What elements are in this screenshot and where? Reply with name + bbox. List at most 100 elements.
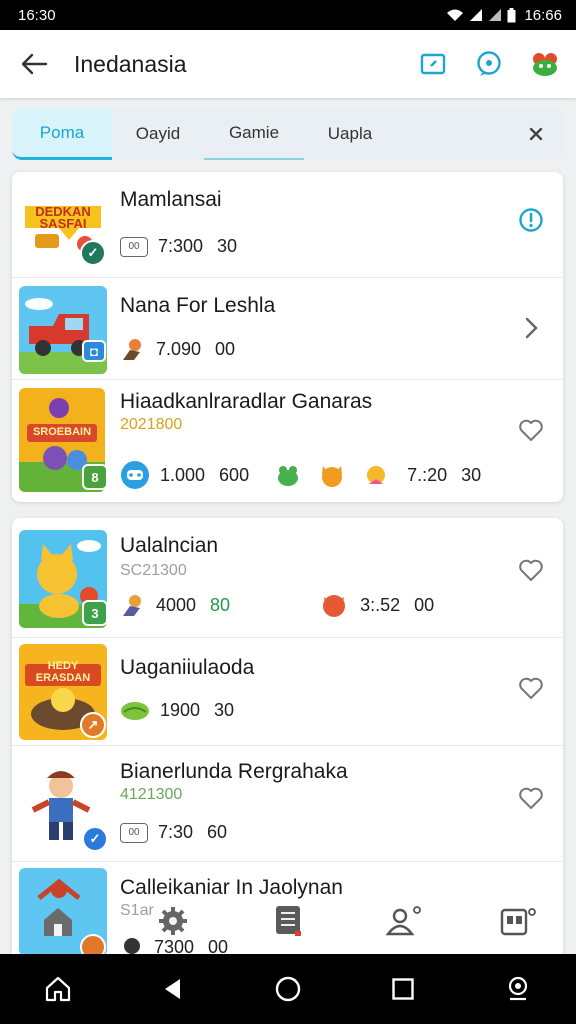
wifi-icon — [447, 9, 464, 21]
list-item[interactable]: DEDKAN SASFAI ✓ Mamlansai 00 7:300 30 — [12, 172, 563, 278]
item-meta: 4000 80 3:.52 00 — [120, 592, 434, 618]
heart-icon — [519, 559, 543, 581]
meta-value: 1900 — [160, 699, 201, 720]
home-outline-icon — [45, 976, 70, 1002]
favorite-button[interactable] — [517, 674, 545, 702]
meta-value: 7:30 — [158, 822, 194, 842]
heart-icon — [519, 787, 543, 809]
leaf-icon — [121, 702, 149, 720]
heart-icon — [519, 677, 543, 699]
game-list-card-2: 3 Ualalncian SC21300 4000 80 3:.52 00 HE… — [12, 518, 563, 954]
back-triangle-icon — [164, 979, 180, 999]
meta-value: 7.090 — [156, 338, 202, 359]
meta-value: 00 — [215, 338, 236, 359]
signal-icon-2 — [489, 9, 502, 21]
gear-icon — [158, 907, 187, 935]
system-nav-bar — [0, 954, 576, 1024]
square-icon — [392, 978, 414, 1000]
home-tab[interactable] — [36, 899, 80, 943]
tab-poma[interactable]: Poma — [12, 108, 112, 160]
status-badge: ↗ — [80, 712, 106, 738]
nav-back-button[interactable] — [153, 969, 193, 1009]
game-list-card-1: DEDKAN SASFAI ✓ Mamlansai 00 7:300 30 ◘ … — [12, 172, 563, 502]
user-icon — [385, 906, 422, 936]
cat-icon — [367, 466, 386, 484]
game-thumbnail-text: DEDKAN SASFAI — [35, 204, 91, 231]
info-icon — [519, 208, 543, 232]
nav-assistant-button[interactable] — [498, 969, 538, 1009]
meta-value: 3:.52 — [360, 594, 401, 615]
chevron-right-icon — [525, 317, 538, 339]
fox-icon — [322, 466, 343, 487]
chat-bubble-icon — [477, 51, 501, 76]
meta-value: 4000 — [156, 594, 197, 615]
open-item-button[interactable] — [517, 314, 545, 342]
favorite-button[interactable] — [517, 556, 545, 584]
item-meta: 00 7:300 30 — [120, 236, 237, 257]
meta-value: 30 — [214, 699, 235, 720]
character-icon — [123, 339, 141, 360]
favorite-button[interactable] — [517, 416, 545, 444]
meta-value: 60 — [207, 822, 228, 842]
list-item[interactable]: ◘ Nana For Leshla 7.090 00 — [12, 278, 563, 380]
tabs-close-button[interactable] — [508, 108, 564, 160]
settings-tab[interactable] — [151, 899, 195, 943]
profile-tab[interactable] — [381, 899, 425, 943]
character-icon — [123, 595, 141, 616]
frog-mascot-icon — [533, 53, 557, 76]
status-right: 16:66 — [446, 7, 562, 24]
favorite-button[interactable] — [517, 784, 545, 812]
info-button[interactable] — [517, 206, 545, 234]
home-icon — [43, 908, 72, 936]
mascot-button[interactable] — [528, 47, 562, 81]
tab-gamie[interactable]: Gamie — [204, 108, 304, 160]
nav-overview-button[interactable] — [268, 969, 308, 1009]
close-icon — [529, 127, 543, 141]
meta-value: 30 — [461, 464, 482, 485]
nav-recents-button[interactable] — [383, 969, 423, 1009]
controller-icon — [121, 461, 149, 489]
item-meta: 1.000 600 7.:20 30 — [120, 460, 481, 490]
status-time-right: 16:66 — [524, 6, 562, 24]
cast-button[interactable] — [416, 47, 450, 81]
status-bar: 16:30 16:66 — [0, 0, 576, 30]
meta-value: 7:300 — [158, 236, 204, 256]
battery-icon — [507, 7, 516, 22]
item-title: Mamlansai — [120, 188, 222, 211]
item-meta: 7.090 00 — [120, 336, 235, 362]
list-item[interactable]: SROEBAIN 8 Hiaadkanlraradlar Ganaras 202… — [12, 380, 563, 502]
status-icons — [446, 7, 516, 23]
back-button[interactable] — [18, 48, 50, 80]
assistant-icon — [509, 976, 528, 1001]
meta-value: 7.:20 — [407, 464, 448, 485]
list-item[interactable]: 3 Ualalncian SC21300 4000 80 3:.52 00 — [12, 518, 563, 638]
item-title: Ualalncian — [120, 534, 219, 557]
nav-home-button[interactable] — [38, 969, 78, 1009]
meta-value: 600 — [219, 464, 250, 485]
library-tab[interactable] — [266, 899, 310, 943]
status-badge: ✓ — [82, 826, 108, 852]
chat-button[interactable] — [472, 47, 506, 81]
list-item[interactable]: HEDY ERASDAN ↗ Uaganiiulaoda 1900 30 — [12, 638, 563, 746]
list-item[interactable]: ✓ Bianerlunda Rergrahaka 4121300 00 7:30… — [12, 746, 563, 862]
meta-value: 30 — [217, 236, 238, 256]
screen-icon — [420, 53, 446, 75]
app-bar: Inedanasia — [0, 30, 576, 98]
item-title: Hiaadkanlraradlar Ganaras — [120, 390, 373, 413]
heart-icon — [519, 419, 543, 441]
status-badge: 3 — [82, 600, 108, 626]
item-title: Uaganiiulaoda — [120, 656, 255, 679]
item-title: Nana For Leshla — [120, 294, 276, 317]
signal-icon — [470, 9, 483, 21]
item-subtitle: 2021800 — [120, 416, 183, 433]
app-bar-actions — [416, 47, 562, 81]
tab-oayid[interactable]: Oayid — [112, 108, 204, 160]
tab-uapla[interactable]: Uapla — [304, 108, 396, 160]
item-meta: 1900 30 — [120, 698, 234, 722]
meta-value: 1.000 — [160, 464, 206, 485]
page-title: Inedanasia — [74, 50, 187, 77]
game-thumbnail-text: SROEBAIN — [32, 426, 92, 438]
store-tab[interactable] — [496, 899, 540, 943]
item-subtitle: SC21300 — [120, 562, 187, 579]
item-meta: 00 7:30 60 — [120, 822, 227, 843]
